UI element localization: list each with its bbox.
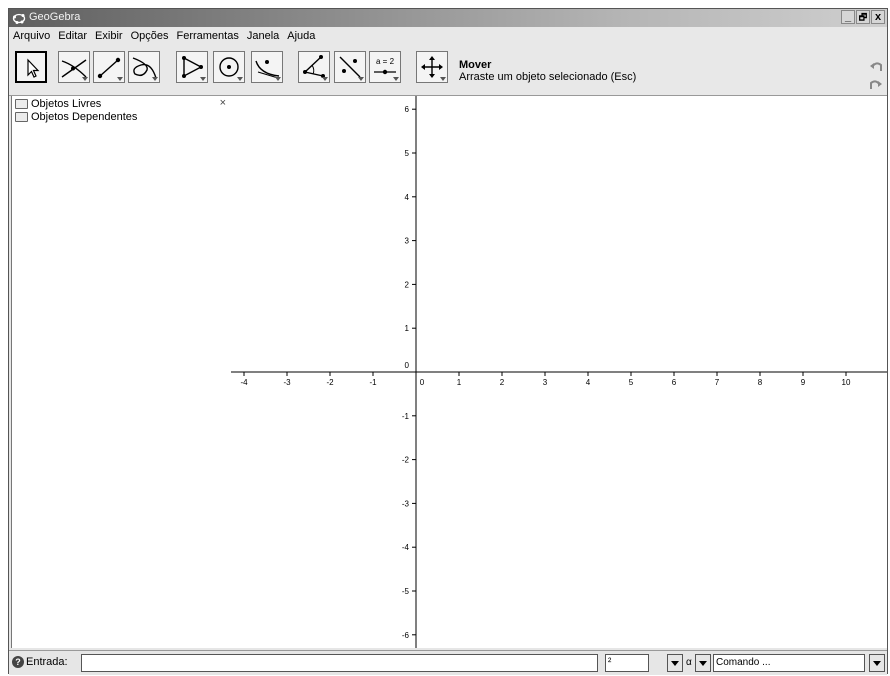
algebra-view: × Objetos Livres Objetos Dependentes <box>11 96 232 648</box>
minimize-button[interactable]: _ <box>841 10 855 24</box>
greek-dropdown-button[interactable] <box>695 654 711 672</box>
circle-tool-button[interactable] <box>213 51 245 83</box>
undo-icon[interactable] <box>869 59 883 73</box>
command-dropdown-button[interactable] <box>869 654 885 672</box>
menu-ajuda[interactable]: Ajuda <box>283 30 319 42</box>
move-view-tool-button[interactable] <box>416 51 448 83</box>
folder-free-objects[interactable]: Objetos Livres <box>15 97 101 110</box>
tool-info: Mover Arraste um objeto selecionado (Esc… <box>459 59 636 83</box>
x-tick-label: 10 <box>842 378 851 387</box>
y-tick-label: -4 <box>402 543 410 552</box>
greek-select[interactable]: α <box>686 657 692 668</box>
maximize-button[interactable]: 🗗 <box>856 10 870 24</box>
coordinate-axes: -4 -3 -2 -1 0 1 2 3 4 5 6 7 8 9 106543210-1-2-3-4-5-6 <box>231 96 887 648</box>
folder-icon <box>15 98 28 109</box>
y-tick-label: 5 <box>405 149 410 158</box>
x-tick-label: 9 <box>801 378 806 387</box>
folder-dependent-objects[interactable]: Objetos Dependentes <box>15 110 137 123</box>
help-icon[interactable]: ? <box>12 656 24 668</box>
redo-icon[interactable] <box>869 77 883 91</box>
menu-exibir[interactable]: Exibir <box>91 30 127 42</box>
y-tick-label: -1 <box>402 412 410 421</box>
x-tick-label: 2 <box>500 378 505 387</box>
y-tick-label: 0 <box>405 361 410 370</box>
folder-icon <box>15 111 28 122</box>
input-bar: ? Entrada: ² α Comando ... <box>9 650 887 675</box>
close-algebra-icon[interactable]: × <box>220 97 226 109</box>
folder-label: Objetos Livres <box>31 97 102 110</box>
move-tool-icon <box>27 58 40 78</box>
toolbar: a = 2 Mover Arraste um objeto selecionad… <box>9 45 887 96</box>
angle-tool-button[interactable] <box>298 51 330 83</box>
y-tick-label: 3 <box>405 237 410 246</box>
y-tick-label: 4 <box>405 193 410 202</box>
x-tick-label: 8 <box>758 378 763 387</box>
x-tick-label: 7 <box>715 378 720 387</box>
symbol-dropdown-button[interactable] <box>667 654 683 672</box>
geogebra-window: GeoGebra _ 🗗 x Arquivo Editar Exibir Opç… <box>8 8 888 675</box>
x-tick-label: 6 <box>672 378 677 387</box>
x-tick-label: 0 <box>420 378 425 387</box>
segment-tool-button[interactable] <box>93 51 125 83</box>
menu-arquivo[interactable]: Arquivo <box>9 30 54 42</box>
y-tick-label: -5 <box>402 587 410 596</box>
x-tick-label: 3 <box>543 378 548 387</box>
y-tick-label: -6 <box>402 631 410 640</box>
reflect-tool-button[interactable] <box>334 51 366 83</box>
x-tick-label: -3 <box>283 378 291 387</box>
close-button[interactable]: x <box>871 10 885 24</box>
y-tick-label: -2 <box>402 456 410 465</box>
y-tick-label: 2 <box>405 280 410 289</box>
title-bar: GeoGebra _ 🗗 x <box>9 9 887 27</box>
polygon-tool-button[interactable] <box>176 51 208 83</box>
input-label: Entrada: <box>26 656 68 668</box>
x-tick-label: 4 <box>586 378 591 387</box>
menu-bar: Arquivo Editar Exibir Opções Ferramentas… <box>9 27 887 45</box>
intersect-tool-button[interactable] <box>58 51 90 83</box>
y-tick-label: -3 <box>402 499 410 508</box>
menu-ferramentas[interactable]: Ferramentas <box>172 30 242 42</box>
y-tick-label: 6 <box>405 105 410 114</box>
x-tick-label: -1 <box>369 378 377 387</box>
move-tool-button[interactable] <box>15 51 47 83</box>
menu-opcoes[interactable]: Opções <box>127 30 173 42</box>
geogebra-logo-icon <box>12 13 26 24</box>
x-tick-label: -4 <box>240 378 248 387</box>
folder-label: Objetos Dependentes <box>31 110 138 123</box>
x-tick-label: 5 <box>629 378 634 387</box>
graphics-view[interactable]: -4 -3 -2 -1 0 1 2 3 4 5 6 7 8 9 10 6 5 4 3 2 1 0 -1 -2 -3 -4 -5 -6 <box>231 96 887 648</box>
active-tool-help: Arraste um objeto selecionado (Esc) <box>459 71 637 83</box>
locus-tool-button[interactable] <box>128 51 160 83</box>
y-tick-label: 1 <box>405 324 410 333</box>
menu-janela[interactable]: Janela <box>243 30 283 42</box>
menu-editar[interactable]: Editar <box>54 30 91 42</box>
command-select[interactable]: Comando ... <box>713 654 865 672</box>
x-tick-label: 1 <box>457 378 462 387</box>
x-tick-label: -2 <box>326 378 334 387</box>
window-title: GeoGebra <box>29 11 81 23</box>
active-tool-name: Mover <box>459 59 492 71</box>
input-field[interactable] <box>81 654 598 672</box>
slider-tool-button[interactable]: a = 2 <box>369 51 401 83</box>
conic-tool-button[interactable] <box>251 51 283 83</box>
symbol-select[interactable]: ² <box>605 654 649 672</box>
